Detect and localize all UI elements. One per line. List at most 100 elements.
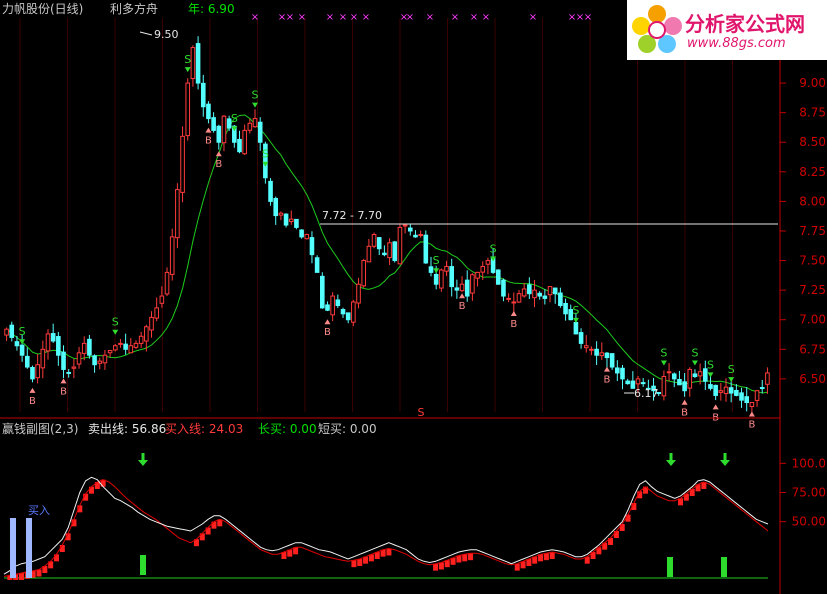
candle-body [211,117,216,131]
cross-marker-icon: × [406,12,414,23]
sell-signal-label: S [19,325,26,338]
momentum-bar [18,573,24,580]
candle-body [527,284,532,295]
momentum-bar [549,552,555,559]
cross-marker-icon: × [286,12,294,23]
candle-body [744,396,750,404]
candle-body [459,283,465,292]
y-tick-label: 8.75 [799,106,826,120]
sell-arrow-icon [707,372,714,378]
y-tick-label: 7.50 [799,254,826,268]
sell-line [3,476,769,575]
buy-arrow-icon [205,127,212,133]
candle-body [604,352,610,359]
momentum-bar [211,521,217,529]
buy-signal-label: B [604,375,611,386]
candle-body [615,367,620,374]
candle-body [247,122,253,131]
candle-body [387,242,392,259]
buy-bar [26,518,32,578]
buy-bars-label: 买入 [28,504,50,517]
sell-signal-label: S [660,347,667,360]
candle-body [97,360,103,364]
y-tick-label: 9.00 [799,76,826,90]
candle-body [620,367,625,380]
candle-body [61,351,66,370]
candle-body [661,376,667,397]
sell-arrow-icon [691,360,698,366]
sub-panel: 买入 [3,453,769,580]
y-tick-label: 8.00 [799,194,826,208]
candle-body [718,390,724,393]
candle-body [294,218,299,228]
candle-body [180,135,185,193]
candle-body [485,260,491,265]
candle-body [175,189,180,239]
buy-arrow-icon [748,411,755,417]
candle-body [118,342,123,345]
candle-body [407,227,413,232]
candle-body [309,237,315,256]
candle-body [749,402,755,407]
buy-signal-label: B [324,327,331,338]
buy-arrow-icon [510,310,517,316]
indicator-name: 利多方舟 [110,2,159,16]
candle-body [304,234,310,240]
buy-arrow-icon [324,319,331,325]
candle-body [345,312,351,321]
candle-body [314,257,320,273]
annotations: 9.50 7.72 - 7.70 6.17 [139,28,778,400]
candle-body [754,390,760,401]
cross-marker-icon: × [426,12,434,23]
candle-body [81,342,87,354]
buy-arrow-icon [215,151,222,157]
long-buy-value: 长买: 0.00 [258,422,317,436]
sell-signal-label: S [252,89,259,102]
buy-signal-label: B [60,386,67,397]
candle-body [24,355,30,368]
candle-body [397,226,403,265]
candle-body [330,295,335,316]
short-buy-value: 短买: 0.00 [318,422,377,436]
momentum-bar [36,569,42,577]
down-arrow-icon [666,460,676,466]
buy-arrow-icon [681,399,688,405]
candle-body [200,82,206,108]
candle-body [206,103,211,120]
buy-arrow-icon [459,293,466,299]
candle-body [164,271,170,295]
candle-body [283,213,289,226]
candle-body [56,336,61,356]
candle-body [195,43,201,84]
buy-arrow-icon [712,404,719,410]
candle-body [242,129,247,155]
candle-body [216,125,222,143]
candle-body [532,289,537,299]
candle-body [221,115,227,144]
buy-signal-label: B [510,319,517,330]
candle-body [464,279,470,297]
candle-body [138,335,144,344]
cross-marker-icon: × [451,12,459,23]
candle-body [71,366,77,369]
candle-body [759,387,765,390]
buy-signal-label: B [205,136,212,147]
candle-body [537,292,542,297]
candle-body [288,218,294,223]
candle-body [45,333,51,352]
candle-body [439,269,444,289]
candle-body [418,234,423,237]
down-arrow-icon [141,453,145,460]
candle-body [475,271,480,279]
buy-bar [10,518,16,578]
y-tick-label: 8.25 [799,165,826,179]
candle-body [185,82,191,137]
momentum-bar [543,553,549,561]
candle-body [521,288,527,297]
logo-title: 分析家公式网 [685,12,805,36]
signal-bar [721,557,727,577]
candle-body [361,260,367,287]
sub-indicator-name: 赢钱副图(2,3) [2,422,79,436]
candle-body [552,287,558,295]
candle-body [278,212,284,216]
